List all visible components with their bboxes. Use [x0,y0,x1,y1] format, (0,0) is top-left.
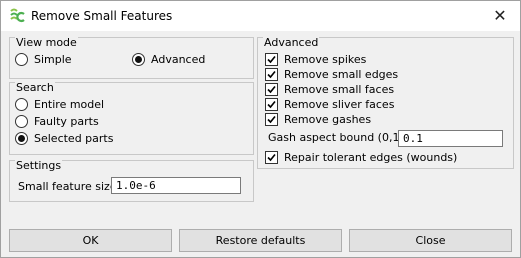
search-label: Search [15,81,55,94]
checkbox-repair-tolerant-edges[interactable] [265,151,278,164]
remove-small-faces-label: Remove small faces [284,83,395,96]
radio-simple[interactable]: Simple [15,53,72,66]
repair-tolerant-edges-label: Repair tolerant edges (wounds) [284,151,458,164]
radio-advanced[interactable]: Advanced [132,53,205,66]
small-feature-size-input[interactable] [111,177,241,194]
radio-faulty-parts-circle[interactable] [15,115,28,128]
view-mode-group: View mode Simple Advanced [9,37,254,79]
radio-simple-circle[interactable] [15,53,28,66]
checkmark-icon [267,70,276,79]
view-mode-label: View mode [15,36,78,49]
checkbox-remove-small-faces[interactable] [265,83,278,96]
checkbox-remove-small-edges[interactable] [265,68,278,81]
gash-aspect-bound-label: Gash aspect bound (0,1] [268,131,404,144]
radio-advanced-label: Advanced [151,53,206,66]
check-remove-small-faces[interactable]: Remove small faces [265,83,394,96]
checkmark-icon [267,115,276,124]
checkmark-icon [267,153,276,162]
radio-simple-label: Simple [34,53,72,66]
remove-spikes-label: Remove spikes [284,53,367,66]
small-feature-size-label: Small feature size [18,180,117,193]
checkmark-icon [267,55,276,64]
radio-faulty-parts-label: Faulty parts [34,115,99,128]
radio-selected-parts-circle[interactable] [15,132,28,145]
title-bar: Remove Small Features ✕ [1,1,520,31]
checkbox-remove-spikes[interactable] [265,53,278,66]
dialog-window: Remove Small Features ✕ View mode Simple… [0,0,521,258]
gash-aspect-bound-input[interactable] [398,130,503,147]
remove-small-edges-label: Remove small edges [284,68,399,81]
advanced-label: Advanced [263,36,320,49]
checkbox-remove-gashes[interactable] [265,113,278,126]
check-remove-small-edges[interactable]: Remove small edges [265,68,398,81]
check-remove-gashes[interactable]: Remove gashes [265,113,371,126]
advanced-group: Advanced Remove spikes Remove small edge… [257,37,514,169]
radio-selected-parts[interactable]: Selected parts [15,132,113,145]
check-repair-tolerant-edges[interactable]: Repair tolerant edges (wounds) [265,151,457,164]
checkbox-remove-sliver-faces[interactable] [265,98,278,111]
window-title: Remove Small Features [31,9,173,23]
checkmark-icon [267,100,276,109]
close-window-button[interactable]: ✕ [488,5,512,27]
check-remove-sliver-faces[interactable]: Remove sliver faces [265,98,394,111]
checkmark-icon [267,85,276,94]
app-logo-icon [10,8,25,23]
radio-faulty-parts[interactable]: Faulty parts [15,115,99,128]
radio-selected-parts-label: Selected parts [34,132,114,145]
restore-defaults-button[interactable]: Restore defaults [179,229,342,252]
settings-group: Settings Small feature size [9,160,254,202]
radio-entire-model-circle[interactable] [15,98,28,111]
radio-entire-model-label: Entire model [34,98,105,111]
remove-sliver-faces-label: Remove sliver faces [284,98,395,111]
check-remove-spikes[interactable]: Remove spikes [265,53,366,66]
radio-entire-model[interactable]: Entire model [15,98,104,111]
settings-label: Settings [15,159,63,172]
close-button[interactable]: Close [349,229,512,252]
remove-gashes-label: Remove gashes [284,113,372,126]
search-group: Search Entire model Faulty parts Selecte… [9,82,254,155]
ok-button[interactable]: OK [9,229,172,252]
radio-advanced-circle[interactable] [132,53,145,66]
